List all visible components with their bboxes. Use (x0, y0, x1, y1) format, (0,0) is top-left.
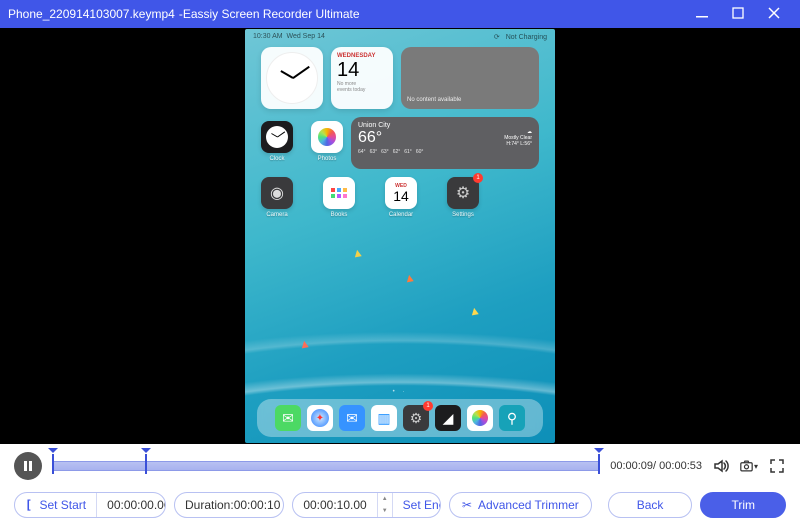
app-settings: ⚙1Settings (447, 177, 479, 218)
app-calendar: WED14Calendar (385, 177, 417, 218)
set-end-group: 00:00:10.00 ▲▼ Set End ] (292, 492, 441, 518)
volume-icon[interactable] (712, 457, 730, 475)
device-statusbar: 10:30 AM Wed Sep 14 ⟳Not Charging (245, 33, 555, 41)
dock-photos (467, 405, 493, 431)
device-screen: ▴ ▴ ▴ ▴ 10:30 AM Wed Sep 14 ⟳Not Chargin… (245, 29, 555, 443)
snapshot-icon[interactable]: ▾ (740, 457, 758, 475)
duration-group: Duration:00:00:10 ▲▼ (174, 492, 284, 518)
set-start-button[interactable]: [ Set Start (15, 493, 96, 517)
dock-shortcuts: ◢ (435, 405, 461, 431)
close-button[interactable] (756, 6, 792, 22)
dock-messages: ✉ (275, 405, 301, 431)
trim-toolbar: [ Set Start 00:00:00.00 ▲▼ Duration:00:0… (0, 484, 800, 532)
pause-button[interactable] (14, 452, 42, 480)
advanced-trimmer-button[interactable]: ✂ Advanced Trimmer (449, 492, 592, 518)
scissors-icon: ✂ (462, 498, 472, 512)
end-time-input[interactable]: 00:00:10.00 (293, 493, 376, 517)
back-button[interactable]: Back (608, 492, 693, 518)
clock-widget (261, 47, 323, 109)
app-books: Books (323, 177, 355, 218)
time-display: 00:00:09/ 00:00:53 (610, 460, 702, 472)
titlebar: Phone_220914103007.keymp4 - Eassiy Scree… (0, 0, 800, 28)
trim-end-handle[interactable] (598, 454, 600, 474)
calendar-widget: WEDNESDAY 14 No more events today (331, 47, 393, 109)
app-clock: Clock (261, 121, 293, 169)
empty-widget: No content available (401, 47, 539, 109)
dock-mail: ✉ (339, 405, 365, 431)
minimize-button[interactable] (684, 6, 720, 22)
maximize-button[interactable] (720, 6, 756, 22)
duration-input[interactable]: Duration:00:00:10 (175, 493, 284, 517)
start-time-input[interactable]: 00:00:00.00 (96, 493, 166, 517)
playhead[interactable] (145, 454, 147, 474)
fullscreen-icon[interactable] (768, 457, 786, 475)
dock: ✉ ✦ ✉ ▥ ⚙1 ◢ ⚲ (257, 399, 543, 437)
app-camera: ◉Camera (261, 177, 293, 218)
end-stepper[interactable]: ▲▼ (377, 493, 392, 517)
dock-settings: ⚙1 (403, 405, 429, 431)
trim-button[interactable]: Trim (700, 492, 786, 518)
page-indicator: • · (245, 389, 555, 395)
app-photos: Photos (311, 121, 343, 169)
weather-widget: Union City 66° ☁︎ Mostly Clear H:74° L:5… (351, 117, 539, 169)
dock-files: ▥ (371, 405, 397, 431)
dock-search: ⚲ (499, 405, 525, 431)
set-end-button[interactable]: Set End ] (392, 493, 441, 517)
set-start-group: [ Set Start 00:00:00.00 ▲▼ (14, 492, 166, 518)
dock-safari: ✦ (307, 405, 333, 431)
playback-controls: 00:00:09/ 00:00:53 ▾ (0, 444, 800, 484)
app-name: Eassiy Screen Recorder Ultimate (183, 7, 360, 21)
timeline-slider[interactable] (52, 456, 600, 476)
video-preview: ▴ ▴ ▴ ▴ 10:30 AM Wed Sep 14 ⟳Not Chargin… (0, 28, 800, 444)
file-name: Phone_220914103007.keymp4 (8, 7, 175, 21)
trim-start-handle[interactable] (52, 454, 54, 474)
